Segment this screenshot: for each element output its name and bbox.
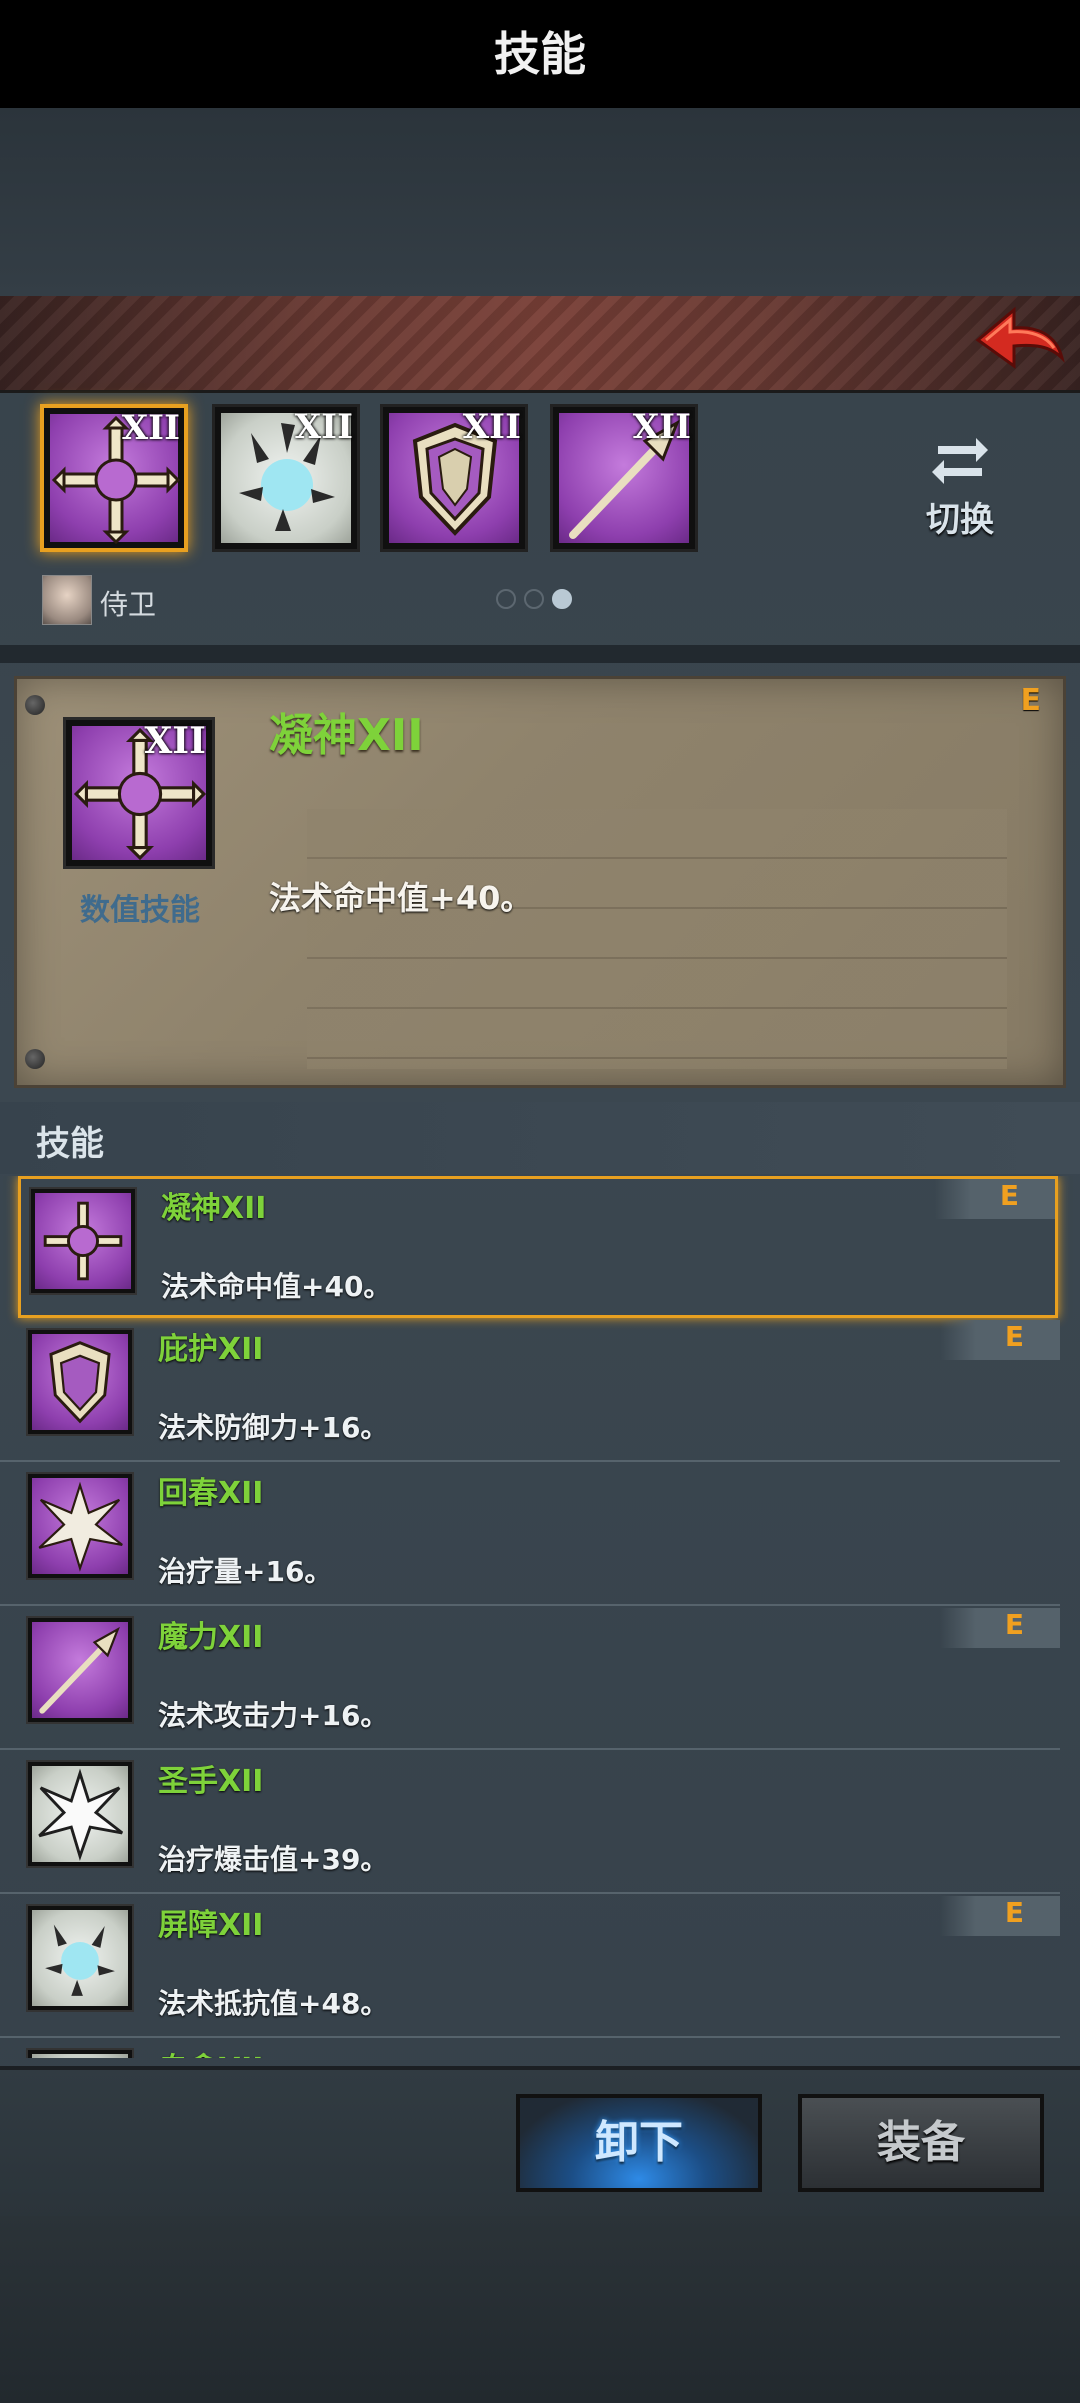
skill-row[interactable]: 圣手XII 治疗爆击值+39。 <box>0 1752 1060 1894</box>
skill-row[interactable]: 凝神XII 法术命中值+40。 E <box>18 1176 1058 1318</box>
grade-badge: E <box>940 1896 1060 1936</box>
skill-icon <box>26 1904 134 2012</box>
grade-badge: E <box>935 1179 1055 1219</box>
skill-detail-card: XII 数值技能 凝神XII E 法术命中值+40。 <box>14 676 1066 1088</box>
role-row: 侍卫 <box>42 575 1052 625</box>
page-dot-3[interactable] <box>552 589 572 609</box>
switch-label: 切换 <box>926 500 994 540</box>
skill-icon <box>26 1760 134 1868</box>
slot-rank: XII <box>632 407 691 447</box>
skill-description: 法术防御力+16。 <box>158 1411 389 1444</box>
skill-name: 自愈XII <box>158 2044 263 2058</box>
skill-list-header: 技能 <box>0 1102 1080 1174</box>
skill-list[interactable]: 凝神XII 法术命中值+40。 E 庇护XII 法术防御力+16。 E 回春XI… <box>0 1176 1080 2058</box>
page-dot-2[interactable] <box>524 589 544 609</box>
page-dot-1[interactable] <box>496 589 516 609</box>
grade-label: E <box>1004 1320 1024 1353</box>
cross-sigil-icon <box>43 1201 123 1281</box>
grade-label: E <box>999 1179 1019 1212</box>
shatter-burst-icon <box>45 1924 115 1996</box>
section-label: 技能 <box>36 1124 104 1164</box>
back-arrow-icon <box>975 306 1065 369</box>
shield-icon <box>49 1341 111 1424</box>
detail-skill-icon: XII <box>63 717 215 869</box>
skill-name: 凝神XII <box>161 1191 267 1226</box>
skill-icon <box>26 1616 134 1724</box>
detail-description: 法术命中值+40。 <box>269 879 533 917</box>
burst-icon <box>38 1768 124 1861</box>
row-art <box>35 1193 131 1289</box>
skill-name: 庇护XII <box>158 1332 264 1367</box>
grade-badge: E <box>940 1608 1060 1648</box>
row-art <box>32 1478 128 1574</box>
skill-slot-1[interactable]: XII <box>40 404 188 552</box>
bottom-background <box>0 2216 1080 2403</box>
grade-badge: E <box>940 1320 1060 1360</box>
top-background <box>0 108 1080 298</box>
grade-label: E <box>1004 1896 1024 1929</box>
detail-skill-name: 凝神XII <box>269 710 424 761</box>
spear-icon <box>39 1626 120 1714</box>
slot-rank: XII <box>294 407 353 447</box>
skill-icon <box>29 1187 137 1295</box>
skill-description: 法术抵抗值+48。 <box>158 1987 389 2020</box>
ruled-lines <box>307 809 1007 1069</box>
role-avatar[interactable] <box>42 575 92 625</box>
skill-row[interactable]: 庇护XII 法术防御力+16。 E <box>0 1320 1060 1462</box>
skill-description: 法术攻击力+16。 <box>158 1699 389 1732</box>
row-art <box>32 1334 128 1430</box>
row-art <box>32 1766 128 1862</box>
skill-name: 回春XII <box>158 1476 264 1511</box>
title-bar <box>0 296 1080 393</box>
skill-name: 屏障XII <box>158 1908 264 1943</box>
page-title: 技能 <box>494 27 586 81</box>
slot-rank: XII <box>121 408 180 448</box>
detail-grade-badge: E <box>1020 683 1042 718</box>
slot-rank: XII <box>462 407 521 447</box>
row-art <box>32 1622 128 1718</box>
unequip-button[interactable]: 卸下 <box>516 2094 762 2192</box>
skill-slot-2[interactable]: XII <box>212 404 360 552</box>
skill-name: 圣手XII <box>158 1764 264 1799</box>
skill-slot-4[interactable]: XII <box>550 404 698 552</box>
detail-rank: XII <box>144 720 206 762</box>
burst-icon <box>38 1481 123 1572</box>
skill-slot-3[interactable]: XII <box>380 404 528 552</box>
rivet <box>25 1049 45 1069</box>
skill-name: 魔力XII <box>158 1620 264 1655</box>
swap-arrows-icon <box>932 438 988 484</box>
detail-type-label: 数值技能 <box>80 893 200 928</box>
switch-button[interactable]: 切换 <box>915 428 1005 548</box>
divider <box>0 645 1080 663</box>
skill-row[interactable]: 自愈XII <box>0 2040 1060 2058</box>
role-name: 侍卫 <box>100 588 157 621</box>
row-art <box>32 1910 128 2006</box>
skill-icon <box>26 1328 134 1436</box>
skill-description: 法术命中值+40。 <box>161 1270 392 1303</box>
grade-label: E <box>1004 1608 1024 1641</box>
skill-description: 治疗爆击值+39。 <box>158 1843 389 1876</box>
row-art <box>32 2054 128 2058</box>
skill-row[interactable]: 屏障XII 法术抵抗值+48。 E <box>0 1896 1060 2038</box>
skill-icon <box>26 1472 134 1580</box>
equip-button[interactable]: 装备 <box>798 2094 1044 2192</box>
skill-description: 治疗量+16。 <box>158 1555 333 1588</box>
rivet <box>25 695 45 715</box>
skill-icon <box>26 2048 134 2058</box>
skill-row[interactable]: 魔力XII 法术攻击力+16。 E <box>0 1608 1060 1750</box>
title-pattern <box>0 296 1080 390</box>
skill-row[interactable]: 回春XII 治疗量+16。 <box>0 1464 1060 1606</box>
back-button[interactable] <box>970 302 1066 380</box>
